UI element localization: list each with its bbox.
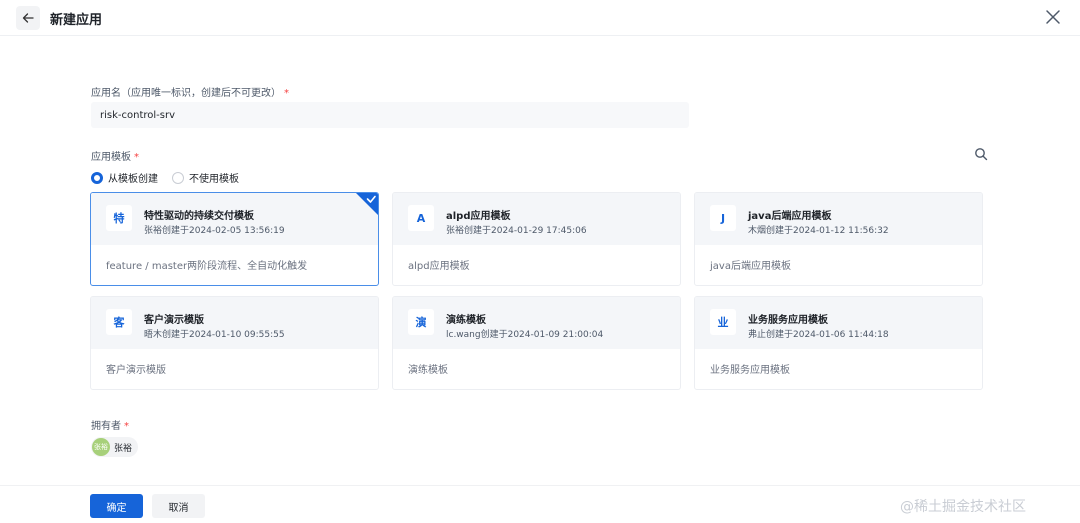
app-name-label-text: 应用名（应用唯一标识，创建后不可更改） <box>91 88 281 99</box>
template-meta: 张裕创建于2024-02-05 13:56:19 <box>144 226 285 236</box>
template-icon: 演 <box>408 309 434 335</box>
radio-checked-icon <box>91 171 103 184</box>
watermark: @稀土掘金技术社区 <box>900 499 1026 515</box>
search-icon <box>975 148 988 161</box>
template-title: 客户演示模版 <box>144 315 204 326</box>
template-card[interactable]: 特 特性驱动的持续交付模板 张裕创建于2024-02-05 13:56:19 f… <box>90 192 379 286</box>
template-label-text: 应用模板 <box>91 152 131 163</box>
owner-label: 拥有者 * <box>91 417 129 432</box>
back-button[interactable] <box>16 6 40 30</box>
cancel-button[interactable]: 取消 <box>152 494 205 518</box>
radio-no-template[interactable]: 不使用模板 <box>172 170 239 185</box>
template-meta: 弗止创建于2024-01-06 11:44:18 <box>748 330 889 340</box>
template-icon: J <box>710 205 736 231</box>
template-meta: lc.wang创建于2024-01-09 21:00:04 <box>446 330 604 340</box>
selected-check-icon <box>356 193 378 215</box>
template-desc: alpd应用模板 <box>408 261 470 272</box>
owner-name: 张裕 <box>114 443 133 454</box>
template-meta: 晤木创建于2024-01-10 09:55:55 <box>144 330 285 340</box>
template-icon: A <box>408 205 434 231</box>
template-desc: java后端应用模板 <box>710 261 791 272</box>
page-title: 新建应用 <box>50 13 103 28</box>
required-mark: * <box>284 88 289 99</box>
card-header <box>393 193 680 245</box>
template-card[interactable]: J java后端应用模板 木烟创建于2024-01-12 11:56:32 ja… <box>694 192 983 286</box>
template-desc: feature / master两阶段流程、全自动化触发 <box>106 261 308 272</box>
avatar: 张裕 <box>92 438 110 456</box>
template-title: alpd应用模板 <box>446 211 511 222</box>
template-title: java后端应用模板 <box>748 211 832 222</box>
template-desc: 业务服务应用模板 <box>710 365 790 376</box>
owner-tag[interactable]: 张裕 张裕 <box>91 437 139 457</box>
card-header <box>91 297 378 349</box>
template-icon: 客 <box>106 309 132 335</box>
app-name-label: 应用名（应用唯一标识，创建后不可更改） * <box>91 84 289 99</box>
template-meta: 张裕创建于2024-01-29 17:45:06 <box>446 226 587 236</box>
template-desc: 演练模板 <box>408 365 448 376</box>
template-icon: 特 <box>106 205 132 231</box>
required-mark: * <box>124 421 129 432</box>
radio-from-template[interactable]: 从模板创建 <box>91 170 158 185</box>
template-card[interactable]: 业 业务服务应用模板 弗止创建于2024-01-06 11:44:18 业务服务… <box>694 296 983 390</box>
page-header: 新建应用 <box>0 0 1080 36</box>
template-search-button[interactable] <box>974 146 990 162</box>
owner-label-text: 拥有者 <box>91 421 121 432</box>
app-name-input[interactable] <box>91 102 689 128</box>
template-meta: 木烟创建于2024-01-12 11:56:32 <box>748 226 889 236</box>
template-title: 业务服务应用模板 <box>748 315 828 326</box>
template-title: 特性驱动的持续交付模板 <box>144 211 254 222</box>
template-desc: 客户演示模版 <box>106 365 166 376</box>
close-button[interactable] <box>1044 8 1062 26</box>
template-card[interactable]: A alpd应用模板 张裕创建于2024-01-29 17:45:06 alpd… <box>392 192 681 286</box>
radio-label: 不使用模板 <box>189 174 239 185</box>
template-title: 演练模板 <box>446 315 486 326</box>
required-mark: * <box>134 152 139 163</box>
card-header <box>695 193 982 245</box>
arrow-left-icon <box>22 13 34 23</box>
template-mode-radio-group: 从模板创建 不使用模板 <box>91 170 239 185</box>
radio-unchecked-icon <box>172 171 184 184</box>
confirm-button[interactable]: 确定 <box>90 494 143 518</box>
template-label: 应用模板 * <box>91 148 139 163</box>
template-card[interactable]: 演 演练模板 lc.wang创建于2024-01-09 21:00:04 演练模… <box>392 296 681 390</box>
template-icon: 业 <box>710 309 736 335</box>
radio-label: 从模板创建 <box>108 174 158 185</box>
template-card[interactable]: 客 客户演示模版 晤木创建于2024-01-10 09:55:55 客户演示模版 <box>90 296 379 390</box>
card-header <box>695 297 982 349</box>
card-header <box>393 297 680 349</box>
close-icon <box>1046 10 1060 24</box>
